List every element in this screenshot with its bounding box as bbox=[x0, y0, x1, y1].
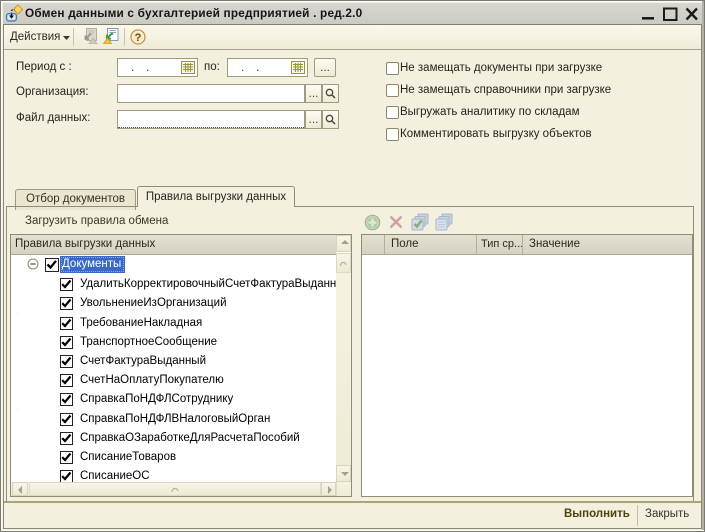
svg-text:?: ? bbox=[135, 32, 142, 44]
